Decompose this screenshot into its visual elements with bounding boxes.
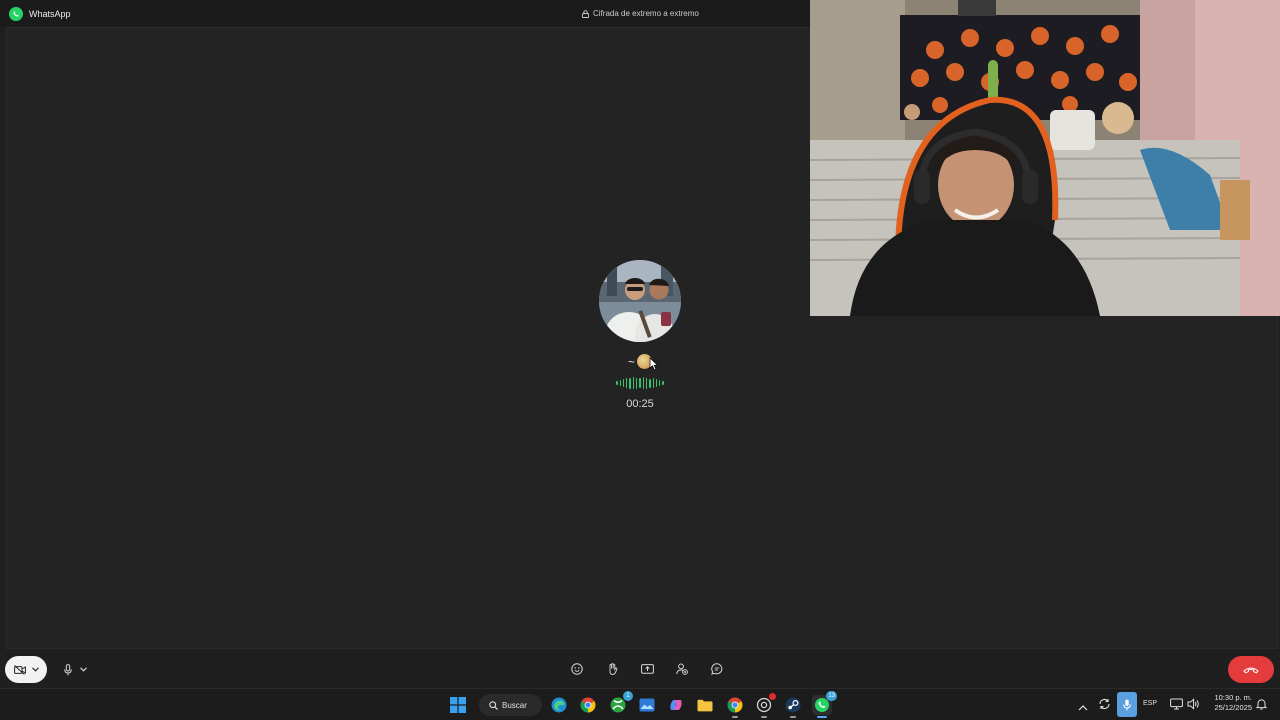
camera-toggle-button[interactable] bbox=[5, 656, 47, 683]
windows-logo-icon bbox=[450, 697, 466, 713]
copilot-icon bbox=[670, 700, 682, 710]
search-label: Buscar bbox=[502, 700, 527, 710]
chevron-down-icon[interactable] bbox=[79, 667, 87, 672]
share-screen-button[interactable] bbox=[637, 660, 657, 678]
edge-icon bbox=[551, 697, 567, 713]
chrome-icon bbox=[727, 697, 743, 713]
voice-bar bbox=[622, 379, 625, 387]
whatsapp-badge: 13 bbox=[826, 691, 837, 701]
start-button[interactable] bbox=[448, 695, 468, 715]
bell-icon bbox=[1255, 699, 1268, 710]
voice-bar bbox=[626, 378, 628, 388]
chat-bubble-icon bbox=[711, 663, 723, 675]
sync-icon bbox=[1099, 699, 1110, 709]
input-language[interactable]: ESP bbox=[1143, 700, 1157, 707]
taskbar-file-explorer[interactable] bbox=[695, 695, 715, 715]
taskbar-openai-app[interactable] bbox=[754, 693, 776, 718]
title-bar: WhatsApp Cifrada de extremo a extremo bbox=[0, 0, 810, 27]
running-indicator bbox=[732, 716, 738, 718]
taskbar-whatsapp[interactable]: 13 bbox=[812, 691, 837, 718]
taskbar-photos[interactable] bbox=[637, 695, 657, 715]
emoji-icon bbox=[571, 663, 583, 675]
hand-icon bbox=[609, 663, 617, 675]
steam-icon bbox=[785, 697, 801, 713]
end-call-button[interactable] bbox=[1228, 656, 1274, 683]
voice-bar bbox=[636, 377, 638, 389]
voice-bar bbox=[662, 381, 664, 385]
whatsapp-logo-icon bbox=[9, 6, 23, 21]
voice-bar bbox=[629, 377, 631, 389]
voice-bar bbox=[642, 377, 644, 389]
xbox-badge: 1 bbox=[623, 691, 633, 701]
running-indicator bbox=[761, 716, 767, 718]
notifications-button[interactable] bbox=[1255, 697, 1268, 715]
add-participant-button[interactable] bbox=[672, 660, 692, 678]
taskbar-chrome-profile[interactable] bbox=[725, 695, 745, 718]
encryption-notice: Cifrada de extremo a extremo bbox=[582, 9, 699, 18]
volume-icon-button[interactable] bbox=[1187, 697, 1200, 715]
volume-icon bbox=[1187, 698, 1199, 710]
notification-dot bbox=[769, 693, 776, 700]
mouse-cursor-icon bbox=[649, 357, 659, 371]
caller-avatar[interactable] bbox=[599, 260, 681, 342]
system-clock[interactable]: 10:30 p. m. 25/12/2025 bbox=[1206, 693, 1252, 713]
voice-activity-indicator bbox=[599, 377, 681, 389]
chevron-up-icon bbox=[1078, 705, 1088, 711]
photos-icon bbox=[639, 698, 655, 712]
chevron-down-icon[interactable] bbox=[31, 667, 39, 672]
search-icon bbox=[489, 700, 498, 710]
voice-bar bbox=[616, 381, 618, 385]
share-screen-icon bbox=[640, 663, 654, 674]
camera-off-icon bbox=[13, 664, 26, 675]
call-tools bbox=[567, 660, 727, 678]
running-indicator bbox=[790, 716, 796, 718]
clock-date: 25/12/2025 bbox=[1214, 703, 1252, 712]
encryption-label: Cifrada de extremo a extremo bbox=[593, 9, 699, 18]
microphone-icon bbox=[63, 663, 72, 675]
network-icon bbox=[1170, 698, 1183, 710]
chrome-icon bbox=[580, 697, 596, 713]
voice-bar bbox=[649, 378, 651, 388]
tray-sync-icon[interactable] bbox=[1098, 697, 1111, 715]
hang-up-icon bbox=[1243, 667, 1259, 673]
chat-button[interactable] bbox=[707, 660, 727, 678]
voice-bar bbox=[655, 379, 658, 387]
microphone-icon bbox=[1123, 699, 1131, 710]
microphone-toggle-button[interactable] bbox=[56, 656, 94, 683]
active-indicator bbox=[817, 716, 827, 718]
caller-info: ~ 00:25 bbox=[599, 260, 681, 410]
call-timer: 00:25 bbox=[626, 398, 654, 410]
voice-bar bbox=[639, 378, 641, 388]
taskbar-search[interactable]: Buscar bbox=[479, 694, 542, 716]
raise-hand-button[interactable] bbox=[602, 660, 622, 678]
taskbar-steam[interactable] bbox=[783, 695, 803, 718]
clock-time: 10:30 p. m. bbox=[1214, 693, 1252, 702]
voice-bar bbox=[652, 378, 654, 388]
voice-bar bbox=[645, 377, 648, 389]
reactions-button[interactable] bbox=[567, 660, 587, 678]
add-person-icon bbox=[676, 663, 688, 675]
voice-bar bbox=[659, 380, 661, 386]
taskbar-chrome[interactable] bbox=[578, 695, 598, 715]
taskbar-copilot[interactable] bbox=[666, 695, 686, 715]
windows-taskbar: Buscar 1 13 bbox=[0, 688, 1280, 720]
caller-name: ~ bbox=[599, 354, 681, 369]
caller-name-prefix: ~ bbox=[627, 354, 635, 369]
self-video-preview[interactable] bbox=[810, 0, 1280, 316]
whatsapp-call-window: WhatsApp Cifrada de extremo a extremo ~ … bbox=[0, 0, 1280, 688]
taskbar-xbox[interactable]: 1 bbox=[608, 691, 633, 715]
voice-bar bbox=[619, 380, 621, 386]
folder-icon bbox=[697, 699, 713, 711]
show-hidden-icons-button[interactable] bbox=[1078, 698, 1088, 716]
app-title: WhatsApp bbox=[29, 8, 71, 19]
voice-bar bbox=[632, 377, 635, 389]
call-controls-bar bbox=[0, 650, 1280, 688]
mic-in-use-indicator[interactable] bbox=[1117, 692, 1137, 717]
network-icon-button[interactable] bbox=[1170, 697, 1183, 715]
taskbar-edge[interactable] bbox=[549, 695, 569, 715]
lock-icon bbox=[582, 9, 589, 18]
